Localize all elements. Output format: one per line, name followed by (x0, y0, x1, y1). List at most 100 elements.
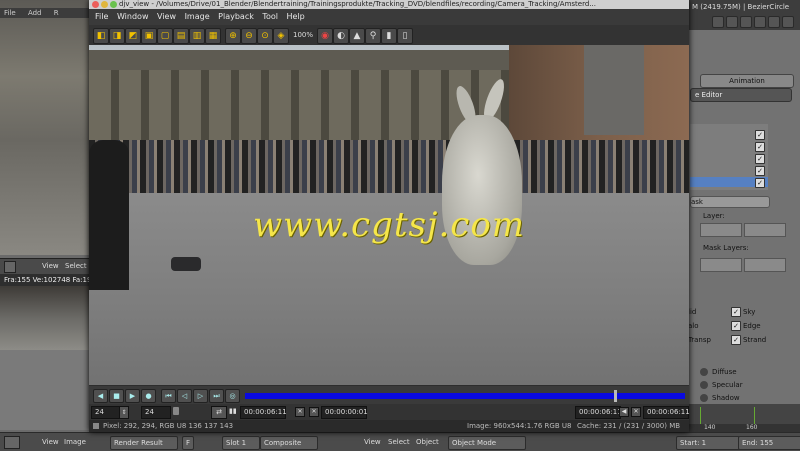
step-forward-icon[interactable]: ▷ (193, 389, 208, 403)
layer-check-3[interactable]: ✓ (755, 154, 765, 164)
stop-icon[interactable]: ■ (109, 389, 124, 403)
fit-window-icon[interactable]: ▥ (189, 28, 205, 44)
editor-type-icon-bottom[interactable] (4, 436, 20, 449)
bottom-menu-view[interactable]: View (42, 436, 59, 448)
composite-selector[interactable]: Composite (260, 436, 318, 450)
window-titlebar[interactable]: djv_view - /Volumes/Drive/01_Blender/Ble… (89, 0, 689, 9)
layer-check-5[interactable]: ✓ (755, 178, 765, 188)
world-tab-icon[interactable] (740, 16, 752, 28)
render-result-selector[interactable]: Render Result (110, 436, 178, 450)
specular-pass-icon[interactable] (700, 381, 708, 389)
start-frame-field[interactable]: Start: 1 (676, 436, 740, 450)
timeline-slider[interactable] (245, 390, 685, 402)
video-frame[interactable]: www.cgtsj.com (89, 45, 689, 385)
menu-view[interactable]: View (42, 262, 59, 270)
bottom-menu-object[interactable]: Object (416, 436, 439, 448)
step-back-icon[interactable]: ◁ (177, 389, 192, 403)
swap-icon[interactable]: ⇄ (211, 406, 227, 419)
zoom-out-icon[interactable]: ⊖ (241, 28, 257, 44)
fake-user-button[interactable]: F (182, 436, 195, 450)
timecode-out[interactable]: 00:00:06:11 (643, 406, 690, 419)
close-icon[interactable] (92, 1, 99, 8)
bottom-menu-view-2[interactable]: View (364, 436, 381, 448)
play-forward-icon[interactable]: ▶ (125, 389, 140, 403)
frame-start-field[interactable]: 24 (91, 406, 121, 419)
file-icon[interactable]: ▯ (397, 28, 413, 44)
reload-file-icon[interactable]: ◨ (109, 28, 125, 44)
option-check-edge[interactable]: ✓ (731, 321, 741, 331)
timeline-handle[interactable] (613, 390, 617, 402)
layer-grid-b[interactable] (744, 223, 786, 237)
minimize-icon[interactable] (101, 1, 108, 8)
layer-grid-a[interactable] (700, 223, 742, 237)
mask-field[interactable]: ask (690, 196, 770, 208)
end-frame-field[interactable]: End: 155 (738, 436, 800, 450)
menu-view[interactable]: View (157, 9, 176, 25)
shadow-pass-icon[interactable] (700, 394, 708, 402)
go-end-icon[interactable]: ⏭ (209, 389, 224, 403)
pause-icon[interactable]: ▮▮ (229, 406, 237, 417)
timecode-current[interactable]: 00:00:06:11 (240, 406, 287, 419)
frame-start-spin-icon[interactable]: ⇕ (119, 406, 129, 419)
go-start-icon[interactable]: ⏮ (161, 389, 176, 403)
menu-window[interactable]: Window (117, 9, 149, 25)
zoom-icon[interactable] (110, 1, 117, 8)
zoom-reset-icon[interactable]: ⊙ (257, 28, 273, 44)
fit-image-icon[interactable]: ◈ (273, 28, 289, 44)
layer-check-1[interactable]: ✓ (755, 130, 765, 140)
fullscreen-icon[interactable]: ▦ (205, 28, 221, 44)
mark-out-reset-icon[interactable]: ✕ (631, 407, 641, 417)
object-tab-icon[interactable] (754, 16, 766, 28)
new-window-icon[interactable]: ▣ (141, 28, 157, 44)
menu-r[interactable]: R (54, 9, 59, 17)
menu-file[interactable]: File (4, 9, 16, 17)
menu-tool[interactable]: Tool (262, 9, 278, 25)
frame-end-field[interactable]: 24 (141, 406, 171, 419)
menu-select[interactable]: Select (65, 262, 87, 270)
open-file-icon[interactable]: ◧ (93, 28, 109, 44)
modifier-tab-icon[interactable] (768, 16, 780, 28)
color-picker-icon[interactable]: ◉ (317, 28, 333, 44)
magnify-icon[interactable]: ⚲ (365, 28, 381, 44)
mask-layer-grid-b[interactable] (744, 258, 786, 272)
zoom-in-icon[interactable]: ⊕ (225, 28, 241, 44)
layer-check-4[interactable]: ✓ (755, 166, 765, 176)
bottom-menu-select[interactable]: Select (388, 436, 410, 448)
blender-3d-viewport[interactable] (0, 0, 92, 255)
timecode-in[interactable]: 00:00:06:11 (575, 406, 622, 419)
brush-icon[interactable]: ▮ (381, 28, 397, 44)
option-check-sky[interactable]: ✓ (731, 307, 741, 317)
menu-add[interactable]: Add (28, 9, 42, 17)
menu-image[interactable]: Image (185, 9, 210, 25)
copy-window-icon[interactable]: ▢ (157, 28, 173, 44)
object-mode-dropdown[interactable]: Object Mode (448, 436, 526, 450)
close-window-icon[interactable]: ▤ (173, 28, 189, 44)
editor-dropdown[interactable]: e Editor (690, 88, 792, 102)
scene-tab-icon[interactable] (726, 16, 738, 28)
lock-icon[interactable] (173, 407, 179, 415)
speed-icon[interactable]: ◎ (225, 389, 240, 403)
play-reverse-icon[interactable]: ◀ (93, 389, 108, 403)
menu-playback[interactable]: Playback (218, 9, 254, 25)
info-icon[interactable]: ◐ (333, 28, 349, 44)
material-tab-icon[interactable] (782, 16, 794, 28)
mark-in-icon[interactable]: ✕ (295, 407, 305, 417)
editor-type-icon[interactable] (4, 261, 16, 273)
histogram-icon[interactable]: ▲ (349, 28, 365, 44)
mark-out-icon[interactable]: ◀ (619, 407, 629, 417)
close-file-icon[interactable]: ◩ (125, 28, 141, 44)
loop-icon[interactable]: ● (141, 389, 156, 403)
menu-help[interactable]: Help (287, 9, 305, 25)
timecode-step[interactable]: 00:00:00:01 (321, 406, 368, 419)
menu-file[interactable]: File (95, 9, 108, 25)
animation-button[interactable]: Animation (700, 74, 794, 88)
mask-layer-grid-a[interactable] (700, 258, 742, 272)
layer-check-2[interactable]: ✓ (755, 142, 765, 152)
diffuse-pass-icon[interactable] (700, 368, 708, 376)
render-tab-icon[interactable] (712, 16, 724, 28)
slot-selector[interactable]: Slot 1 (222, 436, 260, 450)
pixel-info: Pixel: 292, 294, RGB U8 136 137 143 (103, 422, 234, 430)
option-check-strand[interactable]: ✓ (731, 335, 741, 345)
reset-icon[interactable]: ✕ (309, 407, 319, 417)
bottom-menu-image[interactable]: Image (64, 436, 86, 448)
